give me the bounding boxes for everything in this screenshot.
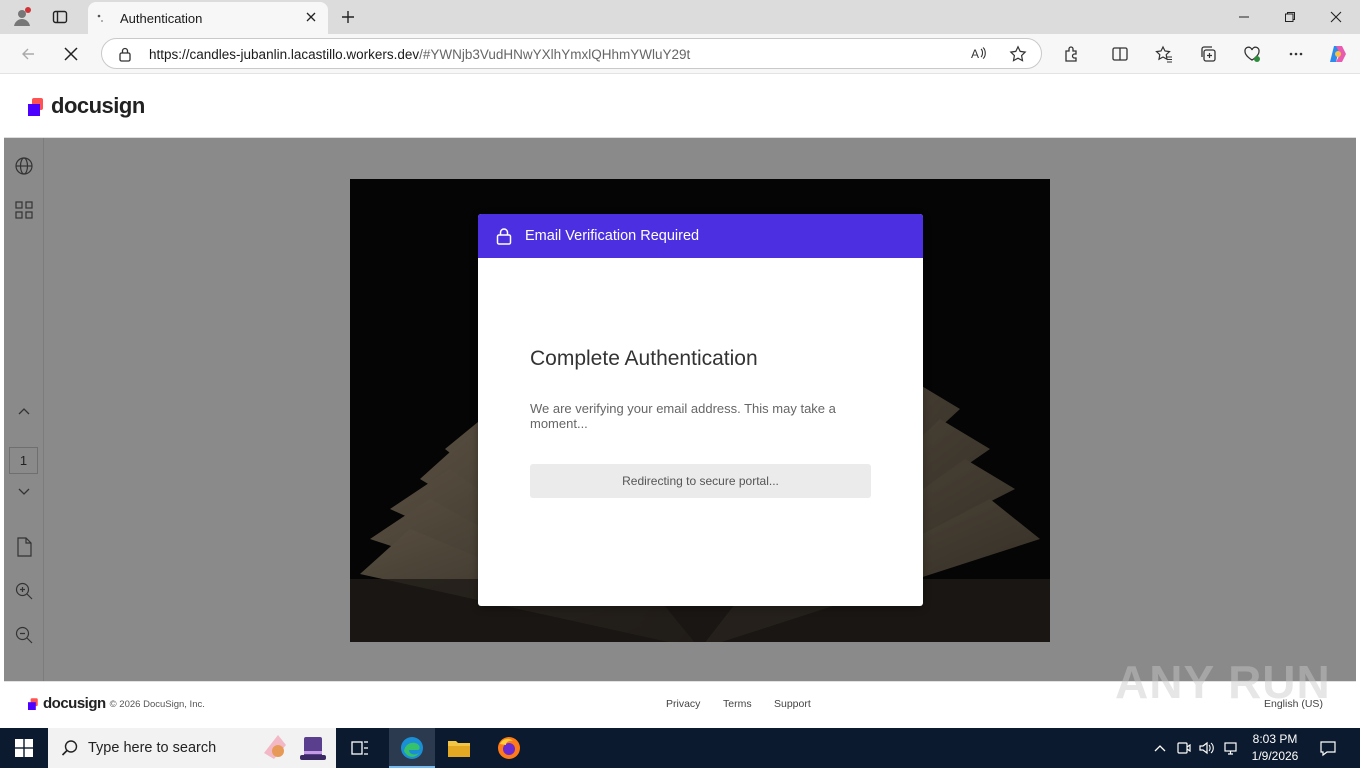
email-verification-dialog: Email Verification Required Complete Aut… bbox=[478, 214, 923, 606]
footer-logo-text: docusign bbox=[43, 695, 106, 712]
search-highlight-icon bbox=[260, 731, 334, 765]
close-window-icon[interactable] bbox=[1322, 3, 1350, 31]
volume-icon[interactable] bbox=[1193, 734, 1221, 762]
privacy-link[interactable]: Privacy bbox=[666, 698, 700, 710]
browser-tab-strip: Authentication bbox=[0, 0, 1360, 34]
site-header: docusign bbox=[4, 74, 1356, 138]
restore-icon[interactable] bbox=[1276, 3, 1304, 31]
zoom-in-icon[interactable] bbox=[12, 579, 36, 603]
zoom-out-icon[interactable] bbox=[12, 623, 36, 647]
next-page-chevron-down-icon[interactable] bbox=[12, 480, 36, 504]
tab-actions-icon[interactable] bbox=[46, 3, 74, 31]
url-host: https://candles-jubanlin.lacastillo.work… bbox=[149, 47, 420, 62]
edge-taskbar-button[interactable] bbox=[389, 728, 435, 768]
search-icon bbox=[61, 739, 79, 757]
document-icon[interactable] bbox=[12, 535, 36, 559]
tab-title: Authentication bbox=[120, 11, 203, 26]
dialog-header: Email Verification Required bbox=[478, 214, 923, 258]
file-explorer-icon[interactable] bbox=[445, 734, 473, 762]
redirect-status-box: Redirecting to secure portal... bbox=[530, 464, 871, 498]
viewer-toolbar: 1 bbox=[4, 138, 44, 681]
globe-icon[interactable] bbox=[12, 154, 36, 178]
clock[interactable]: 8:03 PM 1/9/2026 bbox=[1250, 732, 1300, 763]
address-bar[interactable]: https://candles-jubanlin.lacastillo.work… bbox=[101, 38, 1042, 69]
previous-page-chevron-up-icon[interactable] bbox=[12, 399, 36, 423]
clock-date: 1/9/2026 bbox=[1251, 749, 1299, 763]
logo-text: docusign bbox=[51, 93, 145, 118]
windows-start-icon[interactable] bbox=[10, 734, 38, 762]
url-path: /#YWNjb3VudHNwYXlhYmxlQHhmYWluY29t bbox=[419, 47, 691, 62]
task-view-icon[interactable] bbox=[346, 734, 374, 762]
dialog-title: Email Verification Required bbox=[525, 228, 700, 244]
url-text[interactable]: https://candles-jubanlin.lacastillo.work… bbox=[149, 47, 690, 62]
browser-toolbar: https://candles-jubanlin.lacastillo.work… bbox=[0, 34, 1360, 74]
docusign-logo[interactable]: docusign bbox=[28, 93, 145, 119]
taskbar-search-box[interactable]: Type here to search bbox=[48, 728, 336, 768]
windows-taskbar: Type here to search 8:03 PM 1/9/2026 bbox=[0, 728, 1360, 768]
extensions-icon[interactable] bbox=[1057, 40, 1085, 68]
thumbnails-grid-icon[interactable] bbox=[12, 198, 36, 222]
stop-loading-icon[interactable] bbox=[57, 40, 85, 68]
web-page: docusign 1 Email Verification Required C… bbox=[4, 74, 1356, 724]
more-menu-icon[interactable] bbox=[1282, 40, 1310, 68]
firefox-icon[interactable] bbox=[495, 734, 523, 762]
document-viewer: 1 Email Verification Required Complete A… bbox=[4, 138, 1356, 681]
svg-text:A: A bbox=[971, 47, 979, 61]
docusign-logo-icon bbox=[28, 698, 38, 710]
terms-link[interactable]: Terms bbox=[723, 698, 752, 710]
minimize-icon[interactable] bbox=[1230, 3, 1258, 31]
profile-icon[interactable] bbox=[8, 3, 36, 31]
split-screen-icon[interactable] bbox=[1106, 40, 1134, 68]
copilot-icon[interactable] bbox=[1324, 40, 1352, 68]
footer-docusign-logo[interactable]: docusign © 2026 DocuSign, Inc. bbox=[28, 695, 205, 712]
clock-time: 8:03 PM bbox=[1252, 732, 1298, 746]
favorites-icon[interactable] bbox=[1150, 40, 1178, 68]
notifications-icon[interactable] bbox=[1314, 734, 1342, 762]
loading-favicon-icon bbox=[96, 12, 108, 24]
docusign-logo-icon bbox=[28, 98, 43, 116]
search-placeholder: Type here to search bbox=[88, 740, 217, 756]
collections-icon[interactable] bbox=[1194, 40, 1222, 68]
close-tab-icon[interactable] bbox=[304, 10, 318, 24]
site-info-lock-icon[interactable] bbox=[118, 46, 132, 62]
anyrun-watermark: ANY RUN bbox=[1115, 656, 1331, 708]
edge-icon bbox=[400, 736, 424, 760]
tab-authentication[interactable]: Authentication bbox=[88, 2, 328, 34]
page-number-field[interactable]: 1 bbox=[9, 447, 38, 474]
network-icon[interactable] bbox=[1218, 734, 1246, 762]
read-aloud-icon[interactable]: A bbox=[970, 45, 988, 63]
back-icon[interactable] bbox=[14, 40, 42, 68]
favorite-star-icon[interactable] bbox=[1009, 45, 1027, 63]
browser-essentials-icon[interactable] bbox=[1238, 40, 1266, 68]
dialog-heading: Complete Authentication bbox=[530, 347, 758, 370]
copyright-text: © 2026 DocuSign, Inc. bbox=[109, 699, 205, 710]
lock-icon bbox=[496, 227, 512, 245]
new-tab-icon[interactable] bbox=[334, 3, 362, 31]
support-link[interactable]: Support bbox=[774, 698, 811, 710]
dialog-message: We are verifying your email address. Thi… bbox=[530, 401, 836, 431]
